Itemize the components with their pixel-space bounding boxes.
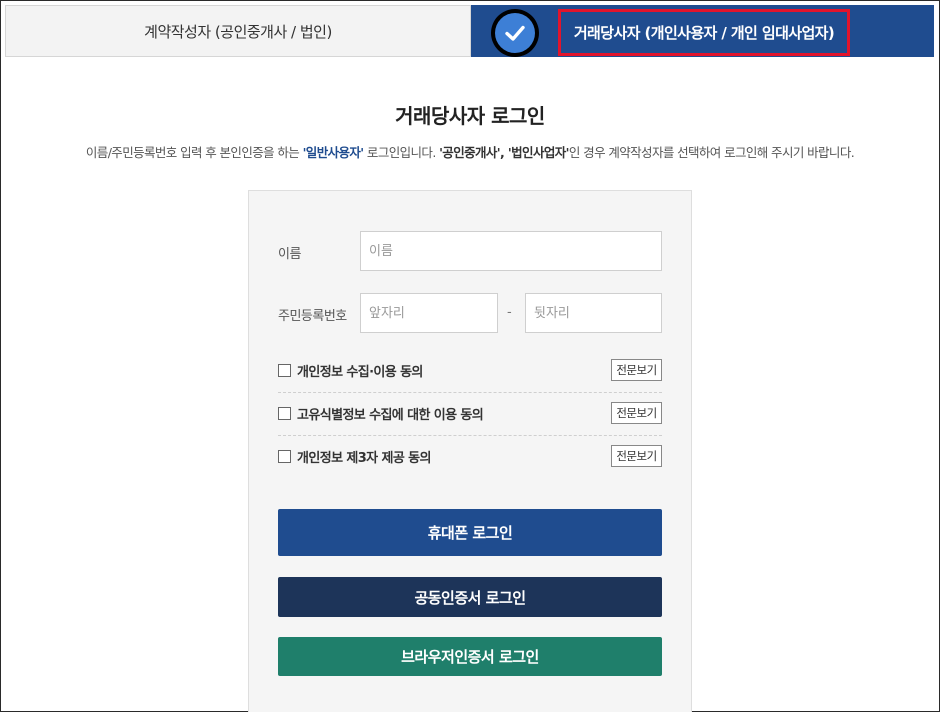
agreement-privacy-label[interactable]: 개인정보 수집·이용 동의: [297, 361, 611, 380]
rrn-front-input[interactable]: [360, 293, 498, 333]
check-icon: [491, 9, 539, 57]
rrn-separator: -: [507, 305, 512, 320]
desc-text-2: 로그인입니다.: [363, 145, 440, 160]
name-label: 이름: [278, 247, 301, 262]
agreement-third-party-view-button[interactable]: 전문보기: [611, 445, 662, 467]
desc-highlight-agent-corp: '공인중개사', '법인사업자': [439, 145, 569, 160]
desc-highlight-general-user: '일반사용자': [302, 145, 365, 160]
rrn-label: 주민등록번호: [278, 309, 347, 324]
agreement-unique-id-checkbox[interactable]: [278, 406, 291, 420]
agreement-third-party-checkbox[interactable]: [278, 449, 291, 463]
agreement-unique-id-view-button[interactable]: 전문보기: [611, 402, 662, 424]
tab-transaction-party-label[interactable]: 거래당사자 (개인사용자 / 개인 임대사업자): [558, 9, 850, 56]
page-title: 거래당사자 로그인: [395, 104, 545, 128]
agreement-unique-id-row: 고유식별정보 수집에 대한 이용 동의 전문보기: [278, 391, 662, 435]
desc-text-1: 이름/주민등록번호 입력 후 본인인증을 하는: [85, 145, 303, 160]
agreement-privacy-checkbox[interactable]: [278, 363, 291, 377]
agreement-privacy-row: 개인정보 수집·이용 동의 전문보기: [278, 348, 662, 392]
agreement-privacy-view-button[interactable]: 전문보기: [611, 359, 662, 381]
agreement-unique-id-label[interactable]: 고유식별정보 수집에 대한 이용 동의: [297, 404, 611, 423]
tab-contract-writer[interactable]: 계약작성자 (공인중개사 / 법인): [5, 5, 471, 57]
rrn-back-input[interactable]: [525, 293, 662, 333]
tab-transaction-party-text: 거래당사자 (개인사용자 / 개인 임대사업자): [573, 24, 835, 42]
desc-text-3: 인 경우 계약작성자를 선택하여 로그인해 주시기 바랍니다.: [568, 145, 855, 160]
name-input[interactable]: [360, 231, 662, 271]
joint-certificate-login-button[interactable]: 공동인증서 로그인: [278, 577, 662, 617]
login-description: 이름/주민등록번호 입력 후 본인인증을 하는 '일반사용자' 로그인입니다. …: [0, 142, 940, 161]
tab-contract-writer-label: 계약작성자 (공인중개사 / 법인): [144, 22, 332, 41]
agreement-third-party-row: 개인정보 제3자 제공 동의 전문보기: [278, 434, 662, 478]
phone-login-button[interactable]: 휴대폰 로그인: [278, 509, 662, 556]
browser-certificate-login-button[interactable]: 브라우저인증서 로그인: [278, 637, 662, 676]
agreement-third-party-label[interactable]: 개인정보 제3자 제공 동의: [297, 447, 611, 466]
